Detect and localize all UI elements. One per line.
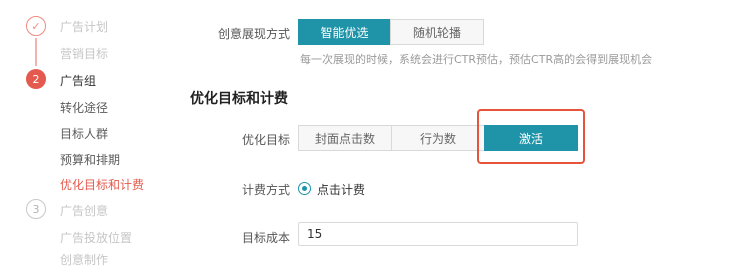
option-smart-select[interactable]: 智能优选	[298, 19, 391, 45]
goal-cover-clicks[interactable]: 封面点击数	[298, 125, 392, 151]
creative-display-hint: 每一次展现的时候，系统会进行CTR预估，预估CTR高的会得到展现机会	[300, 53, 653, 66]
step-2-title[interactable]: 广告组	[60, 72, 96, 89]
optimization-goal-label: 优化目标	[241, 133, 290, 147]
sidebar-item-target-audience[interactable]: 目标人群	[60, 125, 108, 142]
step-1-title[interactable]: 广告计划	[60, 18, 108, 35]
target-cost-input[interactable]: 15	[298, 222, 578, 246]
sidebar-item-optimization-billing[interactable]: 优化目标和计费	[60, 176, 144, 193]
creative-display-toggle: 智能优选 随机轮播	[298, 19, 484, 45]
section-title: 优化目标和计费	[190, 91, 288, 107]
creative-display-label: 创意展现方式	[217, 27, 290, 41]
step-3-icon: 3	[26, 199, 46, 219]
sidebar-item-marketing-goal[interactable]: 营销目标	[60, 45, 108, 62]
target-cost-value: 15	[307, 227, 323, 241]
billing-method-label: 计费方式	[241, 183, 290, 197]
highlight-box	[477, 109, 585, 164]
step-3-title[interactable]: 广告创意	[60, 202, 108, 219]
sidebar-item-placement[interactable]: 广告投放位置	[60, 229, 132, 246]
sidebar-item-budget-schedule[interactable]: 预算和排期	[60, 151, 120, 168]
check-icon: ✓	[31, 19, 41, 33]
radio-dot	[302, 186, 307, 191]
sidebar-item-conversion-path[interactable]: 转化途径	[60, 99, 108, 116]
billing-radio[interactable]	[298, 182, 311, 195]
sidebar-item-creative-production[interactable]: 创意制作	[60, 251, 108, 268]
goal-actions[interactable]: 行为数	[391, 125, 485, 151]
option-random-rotate[interactable]: 随机轮播	[390, 19, 484, 45]
step-2-icon: 2	[26, 69, 46, 89]
step-connector	[35, 38, 37, 66]
billing-option-label[interactable]: 点击计费	[317, 181, 365, 198]
target-cost-label: 目标成本	[241, 231, 290, 245]
step-1-icon: ✓	[26, 16, 46, 36]
